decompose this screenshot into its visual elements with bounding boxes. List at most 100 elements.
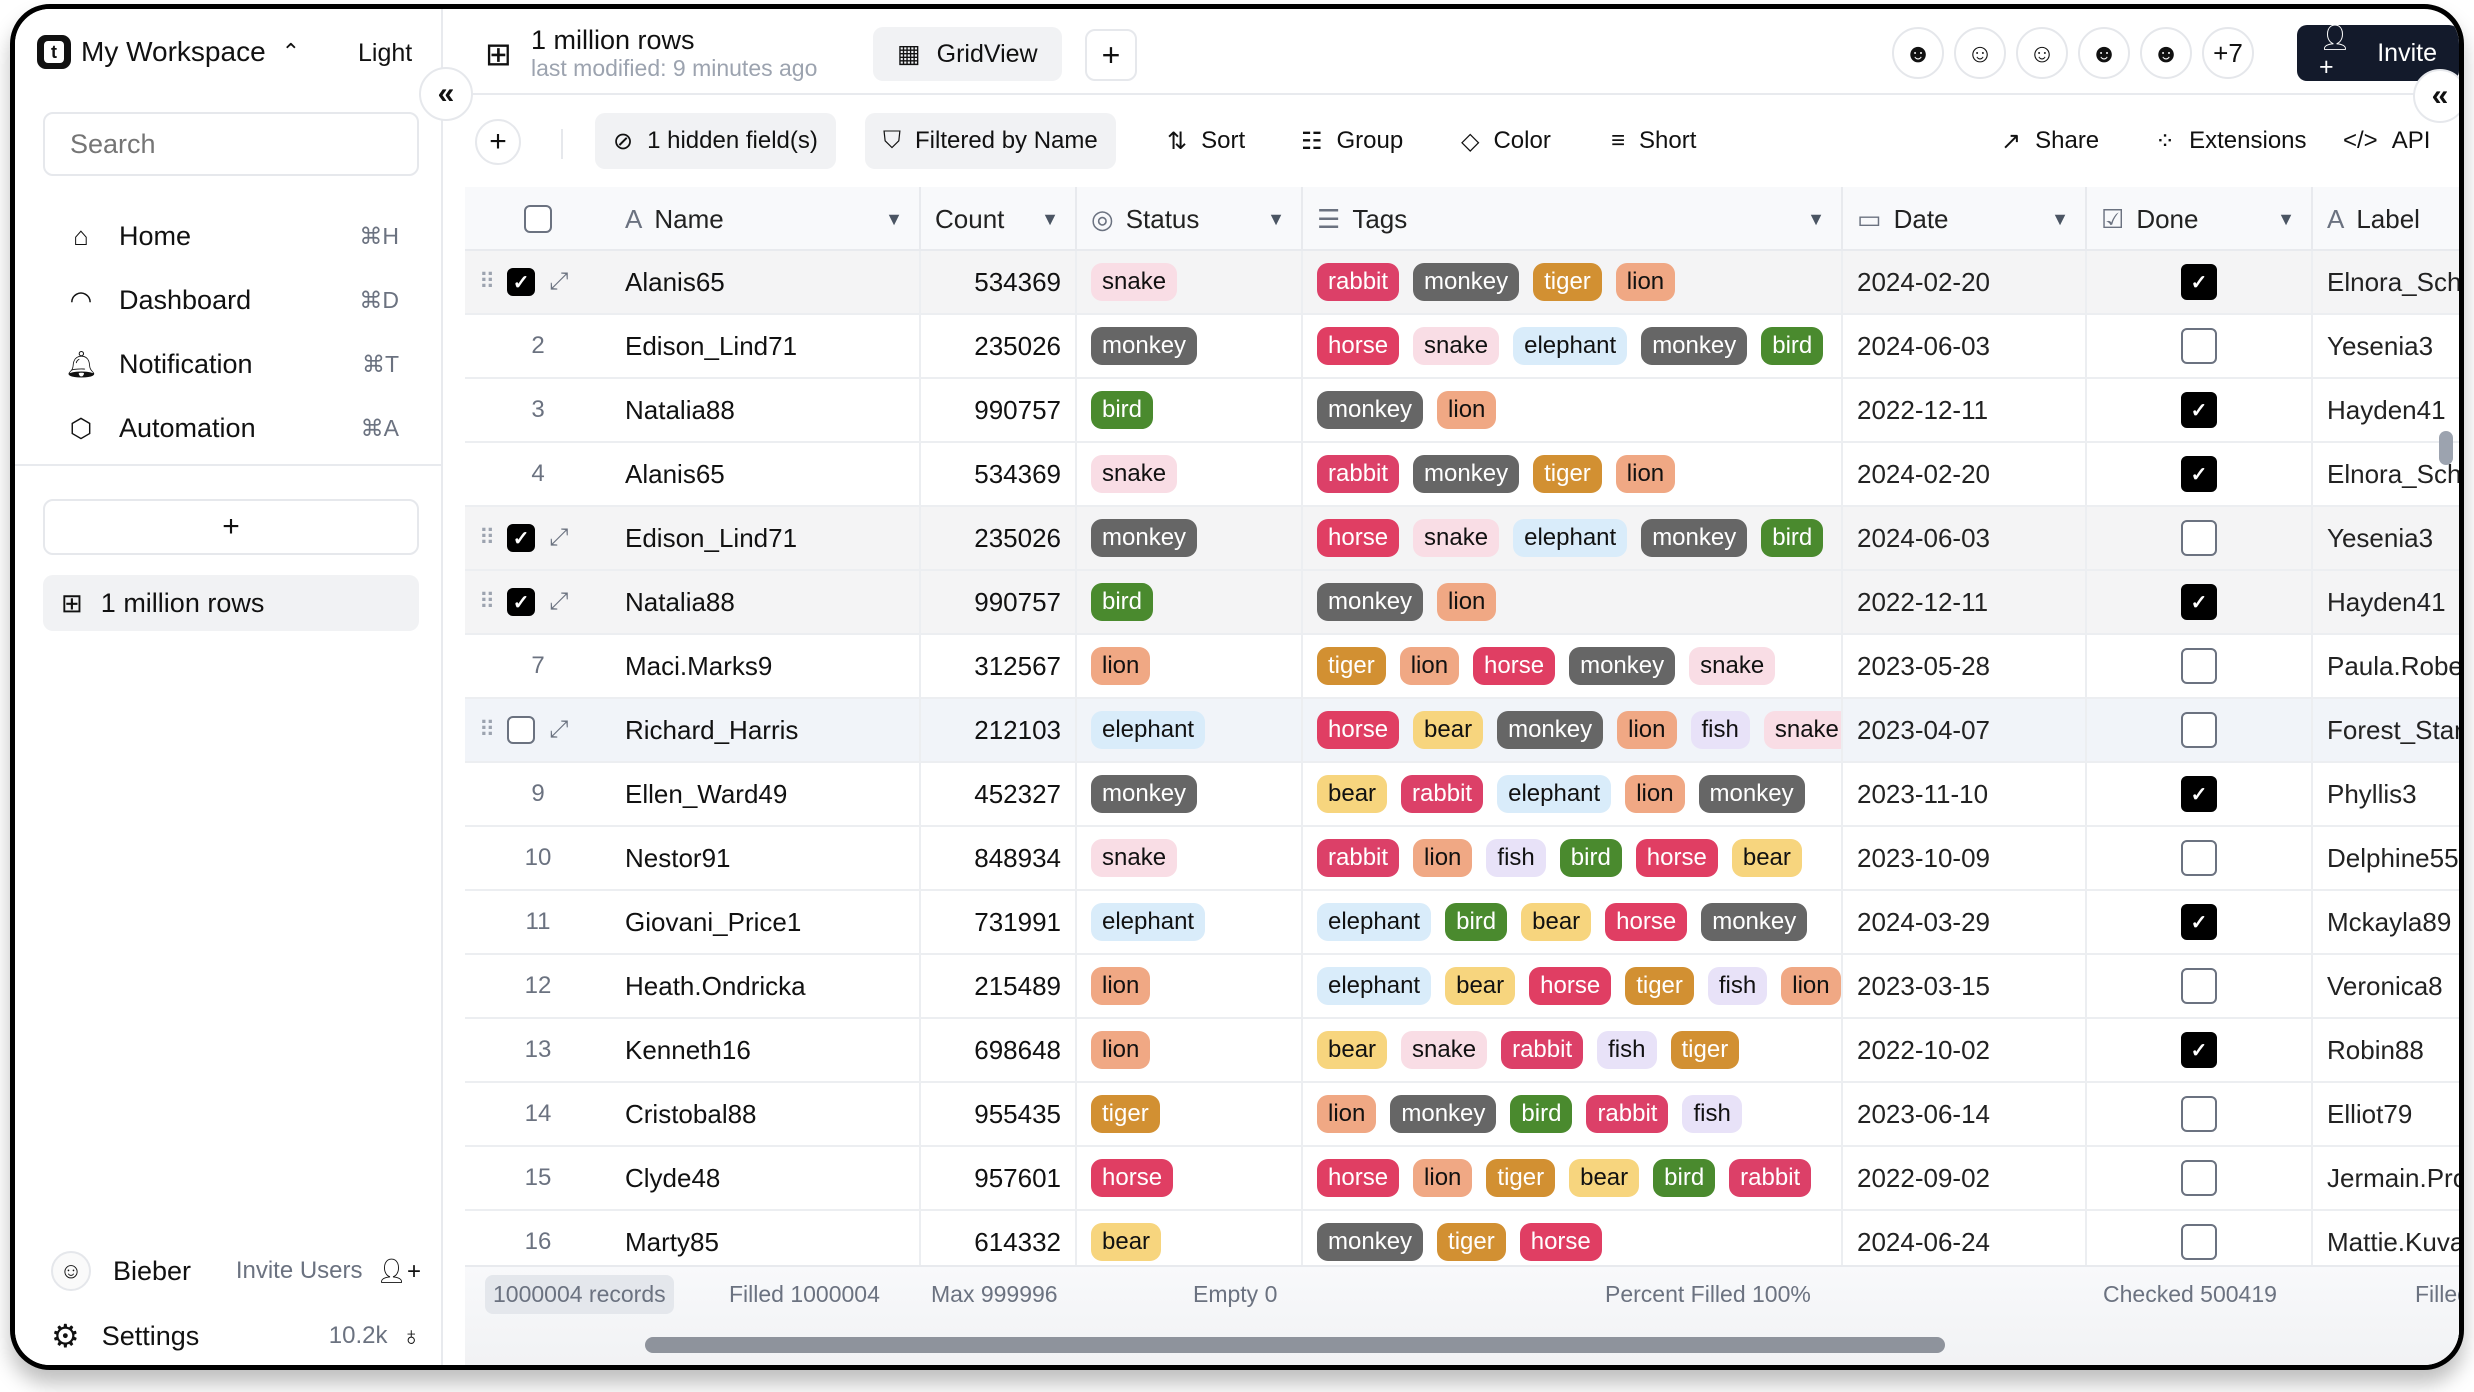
row-header[interactable]: ⠿ ✓ ⤢: [465, 507, 611, 569]
done-checkbox[interactable]: [2181, 520, 2217, 556]
expand-record-icon[interactable]: ⤢: [549, 268, 568, 296]
count-statistic[interactable]: Max 999996: [931, 1281, 1058, 1308]
done-checkbox[interactable]: [2181, 1096, 2217, 1132]
cell-count[interactable]: 614332: [921, 1211, 1077, 1273]
row-select-checkbox[interactable]: ✓: [507, 524, 536, 552]
cell-status[interactable]: monkey: [1077, 763, 1303, 825]
avatar[interactable]: ☻: [1892, 27, 1944, 79]
cell-date[interactable]: 2022-12-11: [1843, 571, 2087, 633]
row-header[interactable]: ⠿ ✓ ⤢: [465, 251, 611, 313]
avatar[interactable]: ☺: [2016, 27, 2068, 79]
column-header-count[interactable]: Count ▼: [921, 187, 1077, 251]
horizontal-scrollbar[interactable]: [645, 1337, 1945, 1353]
caret-down-icon[interactable]: ▼: [2277, 209, 2295, 230]
row-select-checkbox[interactable]: ✓: [507, 588, 536, 616]
cell-name[interactable]: Edison_Lind71: [611, 315, 921, 377]
filter-button[interactable]: ⛉ Filtered by Name: [865, 113, 1116, 169]
cell-tags[interactable]: horse snake elephant monkey bird: [1303, 315, 1843, 377]
cell-name[interactable]: Natalia88: [611, 571, 921, 633]
cell-label[interactable]: Jermain.Prohaska: [2313, 1147, 2459, 1209]
cell-status[interactable]: bear: [1077, 1211, 1303, 1273]
sidebar-item-home[interactable]: ⌂ Home ⌘H: [43, 204, 419, 268]
table-row[interactable]: 9 Ellen_Ward49 452327 monkey bear rabbit eleph…: [465, 763, 2459, 827]
cell-done[interactable]: [2087, 635, 2313, 697]
status-statistic[interactable]: Empty 0: [1193, 1281, 1277, 1308]
caret-down-icon[interactable]: ▼: [2051, 209, 2069, 230]
row-header[interactable]: 12: [465, 955, 611, 1017]
extensions-button[interactable]: ⁘ Extensions: [2137, 113, 2325, 169]
cell-count[interactable]: 452327: [921, 763, 1077, 825]
theme-toggle[interactable]: Light: [358, 39, 412, 68]
cell-tags[interactable]: lion monkey bird rabbit fish: [1303, 1083, 1843, 1145]
avatar[interactable]: ☻: [2140, 27, 2192, 79]
done-checkbox[interactable]: ✓: [2181, 584, 2217, 620]
caret-down-icon[interactable]: ▼: [1807, 209, 1825, 230]
cell-tags[interactable]: rabbit lion fish bird horse bear: [1303, 827, 1843, 889]
cell-name[interactable]: Richard_Harris: [611, 699, 921, 761]
cell-done[interactable]: [2087, 315, 2313, 377]
cell-count[interactable]: 731991: [921, 891, 1077, 953]
drag-handle-icon[interactable]: ⠿: [479, 525, 495, 551]
table-row[interactable]: ⠿ ✓ ⤢ Edison_Lind71 235026 monkey horse snake el…: [465, 507, 2459, 571]
cell-count[interactable]: 990757: [921, 571, 1077, 633]
table-row[interactable]: ⠿ ✓ ⤢ Natalia88 990757 bird monkey lion 2022-12-…: [465, 571, 2459, 635]
cell-name[interactable]: Natalia88: [611, 379, 921, 441]
cell-count[interactable]: 312567: [921, 635, 1077, 697]
cell-tags[interactable]: horse lion tiger bear bird rabbit: [1303, 1147, 1843, 1209]
row-header[interactable]: ⠿ ✓ ⤢: [465, 571, 611, 633]
table-row[interactable]: 7 Maci.Marks9 312567 lion tiger lion horse monk…: [465, 635, 2459, 699]
cell-name[interactable]: Edison_Lind71: [611, 507, 921, 569]
column-header-label[interactable]: A Label: [2313, 187, 2459, 251]
cell-name[interactable]: Kenneth16: [611, 1019, 921, 1081]
cell-name[interactable]: Ellen_Ward49: [611, 763, 921, 825]
row-header[interactable]: 16: [465, 1211, 611, 1273]
cell-date[interactable]: 2022-09-02: [1843, 1147, 2087, 1209]
done-checkbox[interactable]: [2181, 1224, 2217, 1260]
cell-status[interactable]: lion: [1077, 635, 1303, 697]
cell-status[interactable]: monkey: [1077, 507, 1303, 569]
row-header[interactable]: 3: [465, 379, 611, 441]
drag-handle-icon[interactable]: ⠿: [479, 269, 495, 295]
cell-count[interactable]: 698648: [921, 1019, 1077, 1081]
row-header[interactable]: 11: [465, 891, 611, 953]
cell-date[interactable]: 2022-10-02: [1843, 1019, 2087, 1081]
cell-date[interactable]: 2024-02-20: [1843, 251, 2087, 313]
expand-record-icon[interactable]: ⤢: [549, 588, 568, 616]
cell-count[interactable]: 534369: [921, 443, 1077, 505]
cell-label[interactable]: Delphine55: [2313, 827, 2459, 889]
sidebar-item-dashboard[interactable]: ◠ Dashboard ⌘D: [43, 268, 419, 332]
sort-button[interactable]: ⇅ Sort: [1149, 113, 1263, 169]
cell-name[interactable]: Heath.Ondricka: [611, 955, 921, 1017]
cell-status[interactable]: bird: [1077, 571, 1303, 633]
cell-date[interactable]: 2023-05-28: [1843, 635, 2087, 697]
cell-label[interactable]: Elnora_Schuppe: [2313, 251, 2459, 313]
tags-statistic[interactable]: Percent Filled 100%: [1605, 1281, 1811, 1308]
avatar[interactable]: ☺: [1954, 27, 2006, 79]
label-statistic[interactable]: Filled: [2415, 1281, 2459, 1308]
cell-tags[interactable]: bear snake rabbit fish tiger: [1303, 1019, 1843, 1081]
done-checkbox[interactable]: [2181, 840, 2217, 876]
add-record-button[interactable]: +: [475, 119, 521, 165]
cell-done[interactable]: [2087, 955, 2313, 1017]
cell-done[interactable]: [2087, 1211, 2313, 1273]
cell-label[interactable]: Paula.Robel-: [2313, 635, 2459, 697]
cell-tags[interactable]: tiger lion horse monkey snake: [1303, 635, 1843, 697]
row-header[interactable]: 4: [465, 443, 611, 505]
cell-status[interactable]: bird: [1077, 379, 1303, 441]
workspace-switcher[interactable]: t My Workspace ⌃: [37, 35, 300, 69]
cell-done[interactable]: ✓: [2087, 251, 2313, 313]
table-row[interactable]: ⠿ ⤢ Richard_Harris 212103 elephant horse bear m…: [465, 699, 2459, 763]
cell-done[interactable]: ✓: [2087, 379, 2313, 441]
cell-done[interactable]: [2087, 827, 2313, 889]
avatar[interactable]: ☺: [51, 1251, 91, 1291]
done-checkbox[interactable]: ✓: [2181, 904, 2217, 940]
sidebar-item-notification[interactable]: 🔔︎ Notification ⌘T: [43, 332, 419, 396]
cell-status[interactable]: lion: [1077, 1019, 1303, 1081]
expand-record-icon[interactable]: ⤢: [549, 524, 568, 552]
cell-date[interactable]: 2022-12-11: [1843, 379, 2087, 441]
cell-done[interactable]: ✓: [2087, 891, 2313, 953]
cell-tags[interactable]: horse bear monkey lion fish snake: [1303, 699, 1843, 761]
cell-tags[interactable]: rabbit monkey tiger lion: [1303, 443, 1843, 505]
cell-date[interactable]: 2023-03-15: [1843, 955, 2087, 1017]
cell-date[interactable]: 2023-06-14: [1843, 1083, 2087, 1145]
